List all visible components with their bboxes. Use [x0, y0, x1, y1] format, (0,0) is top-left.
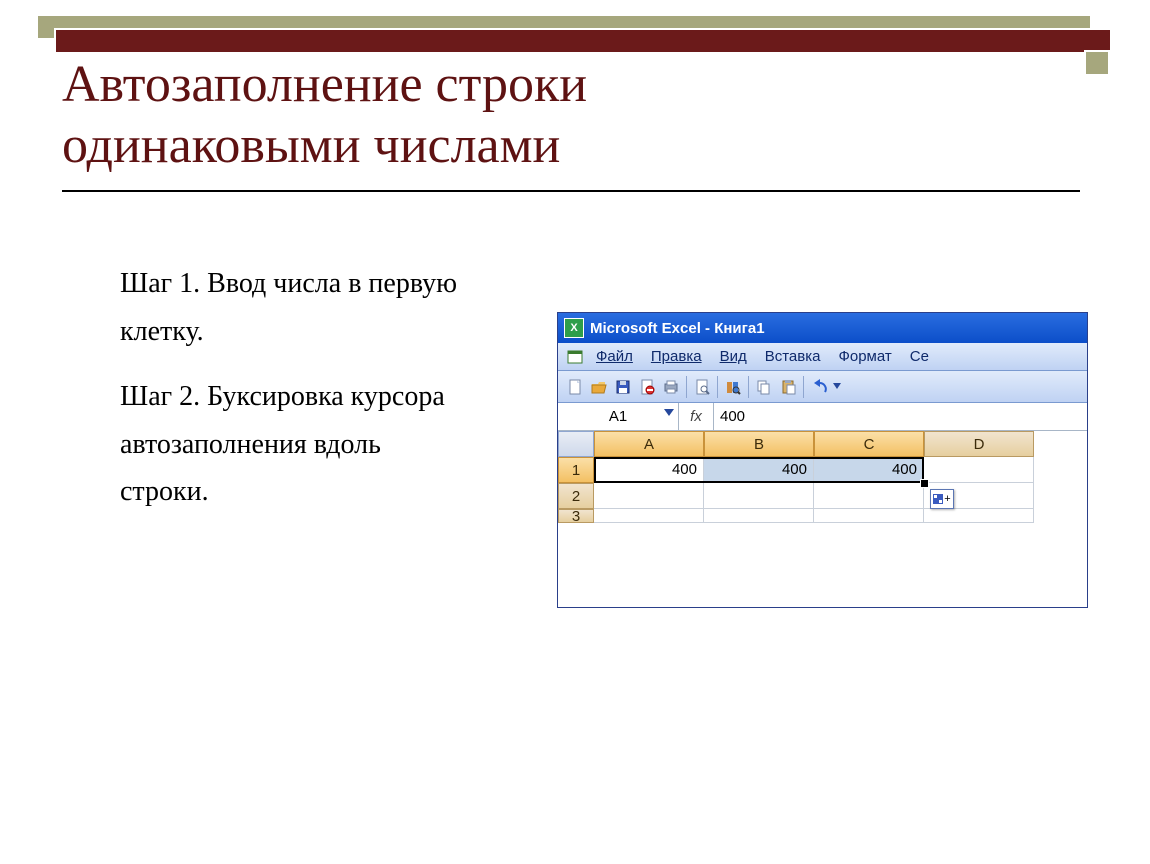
cell-A2[interactable] [594, 483, 704, 509]
cell-C3[interactable] [814, 509, 924, 523]
cell-B1[interactable]: 400 [704, 457, 814, 483]
workbook-icon [564, 346, 586, 368]
undo-icon[interactable] [808, 376, 830, 398]
col-header-A[interactable]: A [594, 431, 704, 457]
bar-maroon [54, 28, 1112, 54]
print-preview-icon[interactable] [691, 376, 713, 398]
name-box[interactable]: A1 [558, 403, 679, 430]
menu-insert[interactable]: Вставка [757, 346, 829, 367]
fill-handle[interactable] [920, 479, 929, 488]
step-1: Шаг 1. Ввод числа в первую клетку. [120, 260, 460, 355]
menu-file[interactable]: Файл [588, 346, 641, 367]
excel-title-text: Microsoft Excel - Книга1 [590, 320, 765, 337]
menu-edit[interactable]: Правка [643, 346, 710, 367]
col-header-B[interactable]: B [704, 431, 814, 457]
research-icon[interactable] [722, 376, 744, 398]
excel-menubar: Файл Правка Вид Вставка Формат Се [558, 343, 1087, 371]
menu-service-partial[interactable]: Се [902, 346, 937, 367]
new-doc-icon[interactable] [564, 376, 586, 398]
excel-grid-wrapper: A B C D 1 400 400 400 2 3 + [558, 431, 1087, 535]
fx-label[interactable]: fx [679, 403, 714, 430]
toolbar-separator [748, 376, 749, 398]
copy-icon[interactable] [753, 376, 775, 398]
open-icon[interactable] [588, 376, 610, 398]
menu-format[interactable]: Формат [830, 346, 899, 367]
toolbar-separator [803, 376, 804, 398]
row-header-1[interactable]: 1 [558, 457, 594, 483]
slide-title: Автозаполнение строки одинаковыми числам… [62, 54, 842, 177]
excel-grid[interactable]: A B C D 1 400 400 400 2 3 [558, 431, 1087, 535]
cell-C1[interactable]: 400 [814, 457, 924, 483]
menu-view[interactable]: Вид [712, 346, 755, 367]
cell-B2[interactable] [704, 483, 814, 509]
slide-decoration [36, 14, 1114, 46]
excel-app-icon: X [564, 318, 584, 338]
excel-titlebar: X Microsoft Excel - Книга1 [558, 313, 1087, 343]
cell-C2[interactable] [814, 483, 924, 509]
name-box-value: A1 [609, 408, 627, 425]
cell-D3[interactable] [924, 509, 1034, 523]
excel-toolbar [558, 371, 1087, 403]
cell-A1[interactable]: 400 [594, 457, 704, 483]
autofill-options-icon [933, 494, 943, 504]
permission-icon[interactable] [636, 376, 658, 398]
col-header-C[interactable]: C [814, 431, 924, 457]
select-all-corner[interactable] [558, 431, 594, 457]
square-olive [1084, 50, 1110, 76]
autofill-options-button[interactable]: + [930, 489, 954, 509]
undo-dropdown-icon[interactable] [832, 376, 842, 398]
formula-value[interactable]: 400 [714, 403, 1087, 430]
excel-formula-bar: A1 fx 400 [558, 403, 1087, 431]
excel-window: X Microsoft Excel - Книга1 Файл Правка В… [557, 312, 1088, 608]
row-header-2[interactable]: 2 [558, 483, 594, 509]
title-underline [62, 190, 1080, 192]
print-icon[interactable] [660, 376, 682, 398]
cell-A3[interactable] [594, 509, 704, 523]
steps-block: Шаг 1. Ввод числа в первую клетку. Шаг 2… [120, 260, 460, 534]
step-2: Шаг 2. Буксировка курсора автозаполнения… [120, 373, 460, 516]
toolbar-separator [717, 376, 718, 398]
toolbar-separator [686, 376, 687, 398]
cell-D1[interactable] [924, 457, 1034, 483]
name-box-dropdown-icon[interactable] [664, 409, 674, 416]
cell-B3[interactable] [704, 509, 814, 523]
row-header-3[interactable]: 3 [558, 509, 594, 523]
save-icon[interactable] [612, 376, 634, 398]
paste-icon[interactable] [777, 376, 799, 398]
col-header-D[interactable]: D [924, 431, 1034, 457]
